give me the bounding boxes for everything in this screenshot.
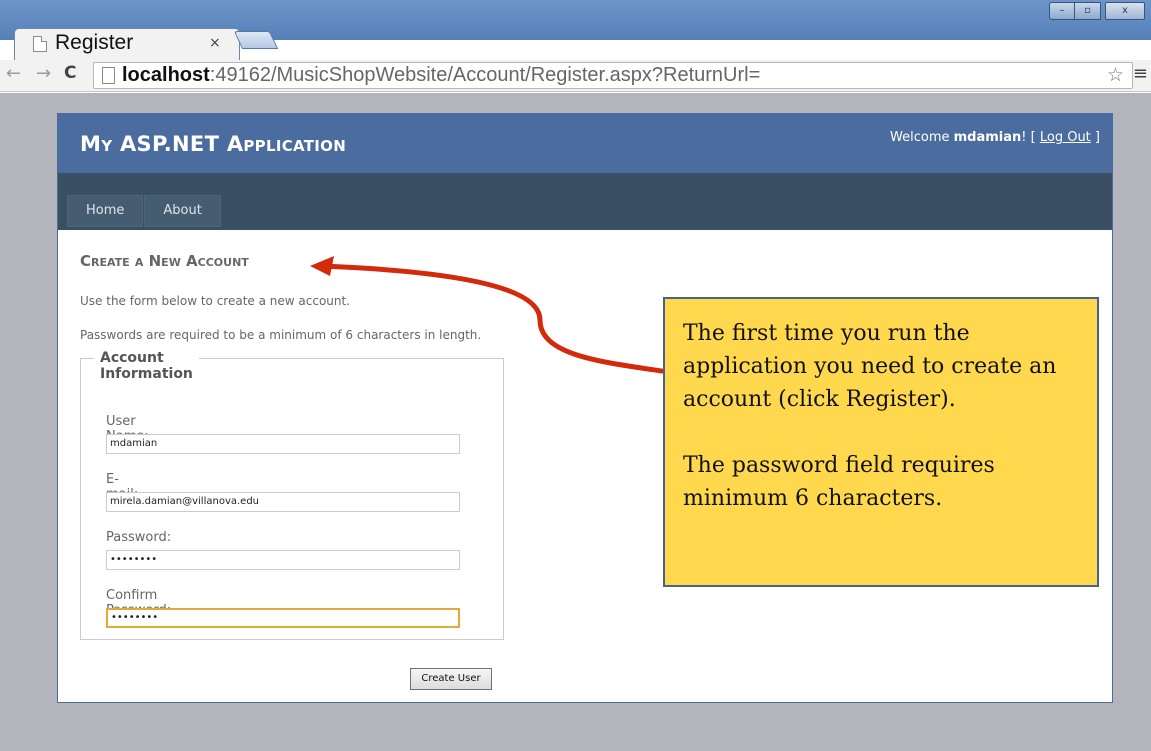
username-field[interactable]: mdamian: [106, 434, 460, 454]
address-bar[interactable]: localhost:49162/MusicShopWebsite/Account…: [93, 62, 1133, 89]
password-rule-text: Passwords are required to be a minimum o…: [80, 328, 482, 342]
page-icon: [33, 36, 47, 52]
intro-text: Use the form below to create a new accou…: [80, 294, 351, 308]
window-controls: – ▫ x: [1049, 2, 1145, 20]
nav-item-home[interactable]: Home: [67, 195, 144, 227]
url-host: localhost: [122, 64, 210, 86]
annotation-callout: The first time you run the application y…: [663, 297, 1099, 587]
page-icon: [102, 67, 115, 84]
bracket-close: ]: [1090, 130, 1100, 145]
page-title: Create a New Account: [80, 252, 249, 270]
welcome-suffix: ! [: [1021, 130, 1040, 145]
username-display: mdamian: [953, 130, 1022, 145]
create-user-button[interactable]: Create User: [410, 668, 492, 690]
minimize-button[interactable]: –: [1049, 2, 1075, 20]
forward-arrow-icon[interactable]: →: [36, 63, 51, 84]
welcome-text: Welcome: [890, 130, 954, 145]
confirm-password-field[interactable]: ••••••••: [106, 608, 460, 628]
tab-title: Register: [55, 31, 134, 54]
fieldset-legend: Account Information: [94, 350, 199, 382]
email-field[interactable]: mirela.damian@villanova.edu: [106, 492, 460, 512]
callout-paragraph-1: The first time you run the application y…: [683, 321, 1057, 412]
back-arrow-icon[interactable]: ←: [6, 63, 21, 84]
password-field[interactable]: ••••••••: [106, 550, 460, 570]
bookmark-star-icon[interactable]: ☆: [1107, 64, 1124, 86]
site-title: My ASP.NET Application: [80, 132, 347, 156]
close-window-button[interactable]: x: [1105, 2, 1145, 20]
browser-tab-register[interactable]: Register ×: [14, 28, 240, 62]
callout-paragraph-2: The password field requires minimum 6 ch…: [683, 453, 995, 511]
url-text[interactable]: localhost:49162/MusicShopWebsite/Account…: [122, 64, 760, 87]
close-tab-icon[interactable]: ×: [209, 35, 221, 51]
browser-menu-icon[interactable]: ≡: [1133, 63, 1148, 84]
password-label: Password:: [106, 530, 172, 545]
logout-link[interactable]: Log Out: [1040, 130, 1091, 145]
nav-item-about[interactable]: About: [144, 195, 221, 227]
login-status: Welcome mdamian! [ Log Out ]: [890, 130, 1100, 145]
nav-menu-bar: Home About: [58, 173, 1112, 230]
site-header: My ASP.NET Application Welcome mdamian! …: [58, 114, 1112, 173]
url-path: :49162/MusicShopWebsite/Account/Register…: [209, 64, 761, 86]
maximize-button[interactable]: ▫: [1075, 2, 1101, 20]
nav-menu: Home About: [67, 195, 222, 227]
browser-toolbar: ← → C localhost:49162/MusicShopWebsite/A…: [0, 60, 1151, 92]
reload-icon[interactable]: C: [64, 63, 76, 83]
